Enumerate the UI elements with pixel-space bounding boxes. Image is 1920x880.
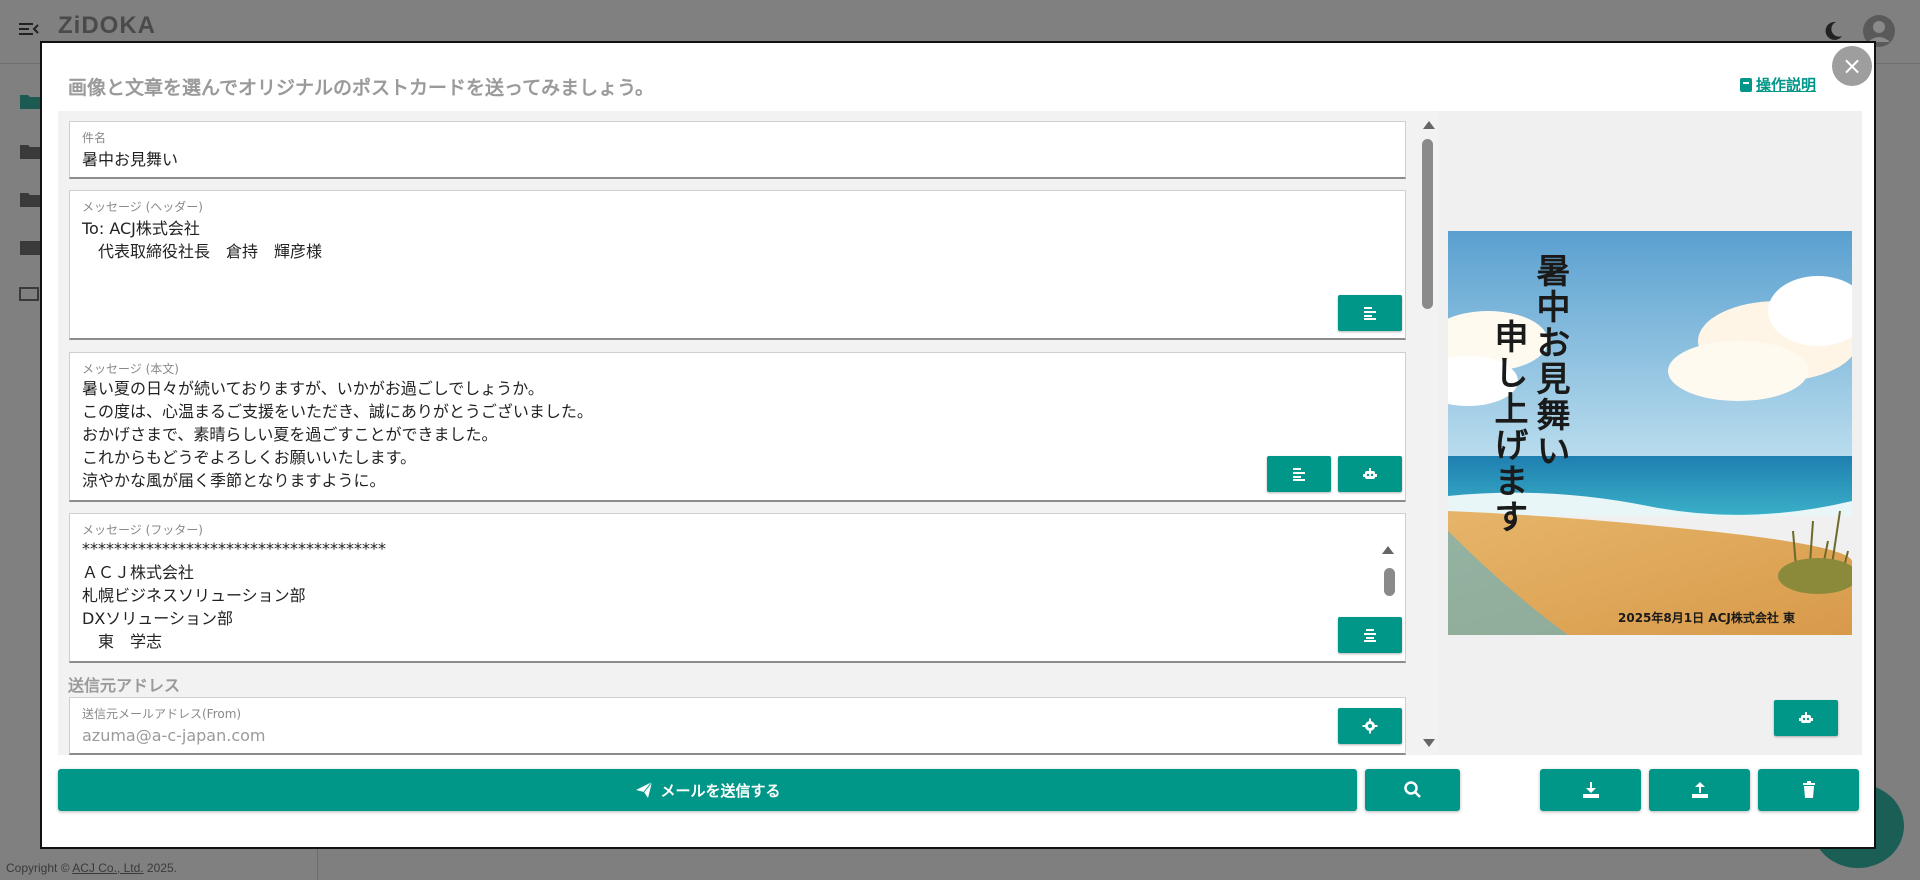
from-address-field[interactable]: 送信元メールアドレス(From) azuma@a-c-japan.com: [69, 697, 1406, 755]
app-logo: ZiDOKA: [58, 12, 156, 39]
delete-button[interactable]: [1758, 769, 1859, 811]
close-icon: ×: [1841, 52, 1863, 80]
sender-section-title: 送信元アドレス: [68, 676, 181, 695]
from-address-input[interactable]: azuma@a-c-japan.com: [82, 724, 266, 747]
header-message-label: メッセージ (ヘッダー): [82, 200, 203, 214]
book-icon: [1740, 77, 1752, 92]
monitor-settings-icon[interactable]: [18, 284, 42, 308]
upload-button[interactable]: [1649, 769, 1750, 811]
robot-icon: [1363, 468, 1377, 479]
align-left-icon: [1293, 468, 1305, 481]
search-button[interactable]: [1365, 769, 1460, 811]
subject-label: 件名: [82, 131, 107, 145]
copyright: Copyright © ACJ Co., Ltd. 2025.: [6, 861, 177, 875]
body-message-line: 暑い夏の日々が続いておりますが、いかがお過ごしでしょうか。: [82, 379, 544, 398]
send-mail-button[interactable]: メールを送信する: [58, 769, 1357, 811]
footer-scroll-thumb[interactable]: [1384, 568, 1395, 596]
body-ai-generate-button[interactable]: [1338, 456, 1402, 492]
postcard-preview: 暑中お見舞い 申し上げます 2025年8月1日 ACJ株式会社 東: [1448, 231, 1852, 635]
header-message-line: 代表取締役社長 倉持 輝彦様: [82, 242, 323, 261]
from-address-label: 送信元メールアドレス(From): [82, 707, 242, 721]
scroll-up-arrow[interactable]: [1423, 121, 1435, 129]
body-message-line: これからもどうぞよろしくお願いいたします。: [82, 448, 417, 467]
menu-collapse-icon[interactable]: [18, 18, 40, 40]
help-link[interactable]: 操作説明: [1740, 74, 1816, 95]
trash-icon: [1802, 781, 1815, 798]
header-align-button[interactable]: [1338, 295, 1402, 331]
postcard-title-line: 暑中お見舞い: [1530, 253, 1570, 469]
send-mail-label: メールを送信する: [660, 781, 781, 800]
body-align-button[interactable]: [1267, 456, 1331, 492]
close-button[interactable]: ×: [1832, 46, 1872, 86]
scroll-thumb[interactable]: [1422, 139, 1433, 309]
paper-plane-icon: [636, 781, 653, 798]
body-message-label: メッセージ (本文): [82, 362, 179, 376]
footer-scroll-up[interactable]: [1382, 546, 1394, 554]
download-button[interactable]: [1540, 769, 1641, 811]
from-settings-button[interactable]: [1338, 708, 1402, 744]
company-link[interactable]: ACJ Co., Ltd.: [72, 861, 143, 875]
postcard-signature: 2025年8月1日 ACJ株式会社 東: [1618, 611, 1796, 625]
subject-field[interactable]: 件名 暑中お見舞い: [69, 121, 1406, 179]
header-message-field[interactable]: メッセージ (ヘッダー) To: ACJ株式会社 代表取締役社長 倉持 輝彦様: [69, 190, 1406, 340]
robot-icon: [1799, 712, 1813, 723]
footer-message-label: メッセージ (フッター): [82, 523, 203, 537]
mail-icon[interactable]: [18, 236, 42, 260]
subject-value: 暑中お見舞い: [82, 150, 179, 169]
align-center-icon: [1364, 629, 1376, 642]
folder-move-icon[interactable]: [18, 188, 42, 212]
footer-message-line: **************************************: [82, 539, 386, 558]
align-left-icon: [1364, 307, 1376, 320]
body-message-line: この度は、心温まるご支援をいただき、誠にありがとうございました。: [82, 402, 593, 421]
upload-icon: [1691, 782, 1708, 798]
header-message-line: To: ACJ株式会社: [82, 219, 200, 238]
dialog-title: 画像と文章を選んでオリジナルのポストカードを送ってみましょう。: [68, 77, 654, 99]
folder-icon[interactable]: [18, 90, 42, 114]
scroll-down-arrow[interactable]: [1423, 739, 1435, 747]
image-ai-generate-button[interactable]: [1774, 700, 1838, 736]
body-message-field[interactable]: メッセージ (本文) 暑い夏の日々が続いておりますが、いかがお過ごしでしょうか。…: [69, 352, 1406, 502]
help-link-label: 操作説明: [1756, 76, 1817, 94]
folder-edit-icon[interactable]: [18, 140, 42, 164]
footer-message-field[interactable]: メッセージ (フッター) ***************************…: [69, 513, 1406, 663]
footer-message-line: 札幌ビジネスソリューション部: [82, 586, 306, 605]
body-message-line: 涼やかな風が届く季節となりますように。: [82, 471, 386, 490]
gear-icon: [1362, 718, 1378, 734]
footer-message-line: DXソリューション部: [82, 609, 233, 628]
postcard-title-line: 申し上げます: [1488, 319, 1528, 535]
footer-message-line: 東 学志: [82, 632, 163, 651]
footer-align-button[interactable]: [1338, 617, 1402, 653]
body-message-line: おかげさまで、素晴らしい夏を過ごすことができました。: [82, 425, 498, 444]
form-scrollbar[interactable]: [1418, 111, 1438, 755]
download-icon: [1582, 782, 1599, 798]
moon-icon[interactable]: [1822, 20, 1844, 42]
search-icon: [1403, 781, 1421, 798]
footer-message-line: ＡＣＪ株式会社: [82, 563, 195, 582]
